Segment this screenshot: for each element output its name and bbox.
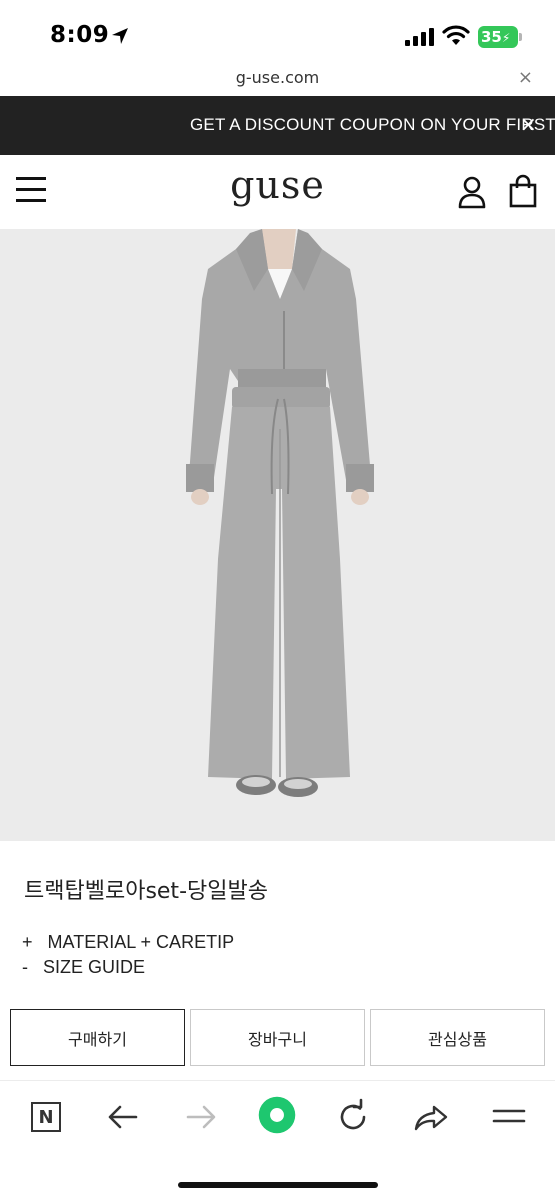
material-caretip-link[interactable]: + MATERIAL + CARETIP (22, 932, 234, 953)
size-guide-link[interactable]: - SIZE GUIDE (22, 957, 145, 978)
product-photo-illustration (0, 229, 555, 841)
forward-arrow-icon[interactable] (184, 1097, 218, 1137)
add-to-cart-button[interactable]: 장바구니 (190, 1009, 365, 1066)
wifi-icon (442, 25, 470, 45)
wishlist-button[interactable]: 관심상품 (370, 1009, 545, 1066)
promo-banner[interactable]: GET A DISCOUNT COUPON ON YOUR FIRST O × (0, 96, 555, 155)
product-image[interactable] (0, 229, 555, 841)
charging-bolt-icon: ⚡ (501, 31, 511, 45)
share-icon[interactable] (412, 1097, 450, 1137)
user-account-icon[interactable] (458, 175, 486, 209)
naver-n-label: N (31, 1102, 61, 1132)
expand-plus-icon: + (22, 932, 33, 952)
size-guide-label: SIZE GUIDE (43, 957, 146, 977)
product-title: 트랙탑벨로아set-당일발송 (24, 879, 268, 904)
back-arrow-icon[interactable] (106, 1097, 140, 1137)
browser-menu-icon[interactable] (492, 1097, 526, 1137)
material-caretip-label: MATERIAL + CARETIP (47, 932, 235, 952)
buy-now-button[interactable]: 구매하기 (10, 1009, 185, 1066)
promo-text[interactable]: GET A DISCOUNT COUPON ON YOUR FIRST O (190, 115, 555, 135)
collapse-minus-icon: - (22, 957, 28, 977)
promo-close-icon[interactable]: × (520, 112, 537, 136)
shopping-bag-icon[interactable] (509, 174, 537, 208)
location-arrow-icon (112, 28, 128, 44)
url-domain[interactable]: g-use.com (0, 68, 555, 87)
cellular-signal-icon (405, 28, 434, 46)
status-time: 8:09 (50, 22, 110, 48)
battery-indicator: 35⚡ (478, 26, 518, 48)
battery-level: 35 (481, 28, 502, 46)
green-dot-icon[interactable] (254, 1095, 300, 1135)
refresh-icon[interactable] (336, 1097, 370, 1137)
battery-nub (519, 33, 522, 41)
home-indicator[interactable] (178, 1182, 378, 1188)
url-bar[interactable]: g-use.com × (0, 62, 555, 96)
url-close-icon[interactable]: × (518, 67, 533, 88)
status-bar: 8:09 35⚡ (0, 0, 555, 62)
naver-n-icon[interactable]: N (28, 1097, 64, 1137)
site-header: guse (0, 155, 555, 229)
